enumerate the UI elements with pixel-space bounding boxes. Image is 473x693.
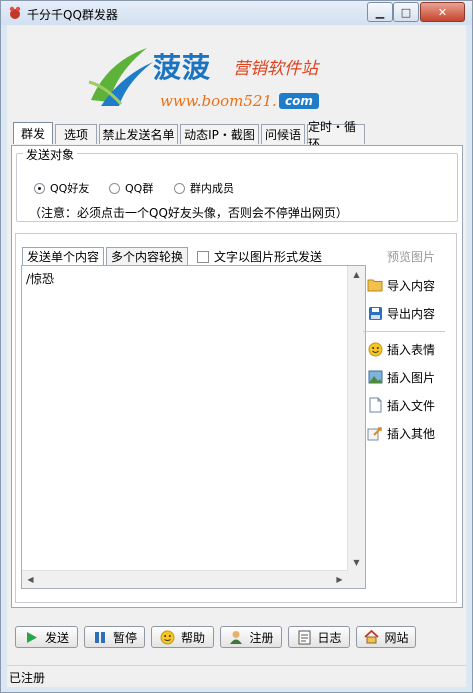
scroll-corner xyxy=(348,571,365,588)
tab-blocklist[interactable]: 禁止发送名单 xyxy=(99,124,178,144)
insert-other-button[interactable]: 插入其他 xyxy=(367,422,435,444)
send-target-group: 发送对象 QQ好友 QQ群 群内成员 （注意：必须点击一个QQ好友头像，否则会不… xyxy=(16,146,458,222)
radio-label: 群内成员 xyxy=(190,182,234,195)
window-title: 千分千QQ群发器 xyxy=(27,8,118,22)
radio-indicator xyxy=(109,182,120,194)
checkbox-indicator xyxy=(197,250,209,263)
scroll-left-icon[interactable]: ◀ xyxy=(22,571,39,588)
close-button[interactable]: ✕ xyxy=(420,2,465,22)
log-icon xyxy=(296,629,312,645)
radio-qq-group[interactable]: QQ群 xyxy=(109,180,153,196)
vertical-scrollbar[interactable]: ▲ ▼ xyxy=(347,266,365,571)
side-separator xyxy=(363,331,445,332)
register-button-label: 注册 xyxy=(249,630,274,645)
banner: 菠菠 营销软件站 www.boom521. com xyxy=(87,38,357,120)
import-content-button[interactable]: 导入内容 xyxy=(367,274,435,296)
home-icon xyxy=(363,629,379,645)
tab-panel-group-send: 发送对象 QQ好友 QQ群 群内成员 （注意：必须点击一个QQ好友头像，否则会不… xyxy=(11,145,463,608)
radio-label: QQ好友 xyxy=(50,182,90,195)
tab-options[interactable]: 选项 xyxy=(55,124,97,144)
send-target-title: 发送对象 xyxy=(23,146,78,163)
file-icon xyxy=(367,397,383,413)
send-target-note: （注意：必须点击一个QQ好友头像，否则会不停弹出网页） xyxy=(29,206,348,220)
app-logo-icon xyxy=(9,6,21,19)
pause-button-label: 暂停 xyxy=(112,630,137,645)
scroll-up-icon[interactable]: ▲ xyxy=(348,266,365,283)
picture-icon xyxy=(367,369,383,385)
radio-indicator xyxy=(34,182,45,194)
radio-qq-friend[interactable]: QQ好友 xyxy=(34,180,89,196)
import-content-label: 导入内容 xyxy=(387,278,436,293)
insert-emoji-label: 插入表情 xyxy=(387,342,436,357)
minimize-button[interactable]: ▁ xyxy=(367,2,393,22)
insert-other-icon xyxy=(367,425,383,441)
banner-url-com: com xyxy=(279,93,319,109)
scroll-down-icon[interactable]: ▼ xyxy=(348,554,365,571)
insert-picture-label: 插入图片 xyxy=(387,370,436,385)
banner-url: www.boom521. xyxy=(160,92,277,110)
radio-indicator xyxy=(174,182,185,194)
banner-logo-text: 菠菠 xyxy=(153,51,212,84)
image-send-checkbox[interactable]: 文字以图片形式发送 xyxy=(197,248,322,265)
content-area: 发送单个内容 多个内容轮换 文字以图片形式发送 ▲ ▼ ◀ ▶ xyxy=(15,233,457,603)
horizontal-scrollbar[interactable]: ◀ ▶ xyxy=(22,570,348,588)
tab-dynamic-ip[interactable]: 动态IP・截图 xyxy=(180,124,259,144)
tab-schedule-loop[interactable]: 定时・循环 xyxy=(307,120,365,151)
content-subtabs: 发送单个内容 多个内容轮换 xyxy=(22,247,190,265)
log-button-label: 日志 xyxy=(317,630,342,645)
scroll-right-icon[interactable]: ▶ xyxy=(331,571,348,588)
radio-group-members[interactable]: 群内成员 xyxy=(174,180,234,196)
help-button-label: 帮助 xyxy=(180,630,205,645)
radio-label: QQ群 xyxy=(125,182,154,195)
pause-icon xyxy=(92,629,108,645)
checkbox-label: 文字以图片形式发送 xyxy=(214,250,323,264)
subtab-single-content[interactable]: 发送单个内容 xyxy=(22,247,105,265)
insert-other-label: 插入其他 xyxy=(387,426,436,441)
main-tabs: 群发 选项 禁止发送名单 动态IP・截图 问候语 定时・循环 xyxy=(13,120,367,151)
title-bar[interactable]: 千分千QQ群发器 ▁ □ ✕ xyxy=(1,1,472,25)
smiley-icon xyxy=(367,341,383,357)
send-button[interactable]: 发送 xyxy=(15,626,78,648)
preview-image-label: 预览图片 xyxy=(387,250,436,264)
maximize-button[interactable]: □ xyxy=(393,2,419,22)
website-button-label: 网站 xyxy=(384,630,409,645)
message-editor[interactable] xyxy=(24,268,348,568)
play-icon xyxy=(24,629,40,645)
log-button[interactable]: 日志 xyxy=(288,626,350,648)
client-area: 菠菠 营销软件站 www.boom521. com 群发 选项 禁止发送名单 动… xyxy=(7,25,466,687)
insert-file-label: 插入文件 xyxy=(387,398,436,413)
subtab-rotate-content[interactable]: 多个内容轮换 xyxy=(106,247,189,265)
export-content-button[interactable]: 导出内容 xyxy=(367,302,435,324)
pause-button[interactable]: 暂停 xyxy=(84,626,145,648)
tab-greeting[interactable]: 问候语 xyxy=(261,124,305,144)
help-button[interactable]: 帮助 xyxy=(151,626,214,648)
banner-slogan: 营销软件站 xyxy=(233,59,318,79)
message-editor-frame: ▲ ▼ ◀ ▶ xyxy=(21,265,366,589)
save-icon xyxy=(367,305,383,321)
help-icon xyxy=(160,629,176,645)
register-button[interactable]: 注册 xyxy=(220,626,282,648)
folder-icon xyxy=(367,277,383,293)
banner-swoosh-icon xyxy=(88,48,153,106)
app-window: 千分千QQ群发器 ▁ □ ✕ 菠菠 营销软件站 www.boom521. com… xyxy=(0,0,473,693)
insert-emoji-button[interactable]: 插入表情 xyxy=(367,338,435,360)
insert-file-button[interactable]: 插入文件 xyxy=(367,394,435,416)
website-button[interactable]: 网站 xyxy=(356,626,416,648)
send-button-label: 发送 xyxy=(44,630,69,645)
insert-picture-button[interactable]: 插入图片 xyxy=(367,366,435,388)
status-text: 已注册 xyxy=(9,671,46,685)
export-content-label: 导出内容 xyxy=(387,306,436,321)
user-icon xyxy=(228,629,244,645)
tab-group-send[interactable]: 群发 xyxy=(13,122,53,144)
status-bar: 已注册 xyxy=(7,665,466,687)
